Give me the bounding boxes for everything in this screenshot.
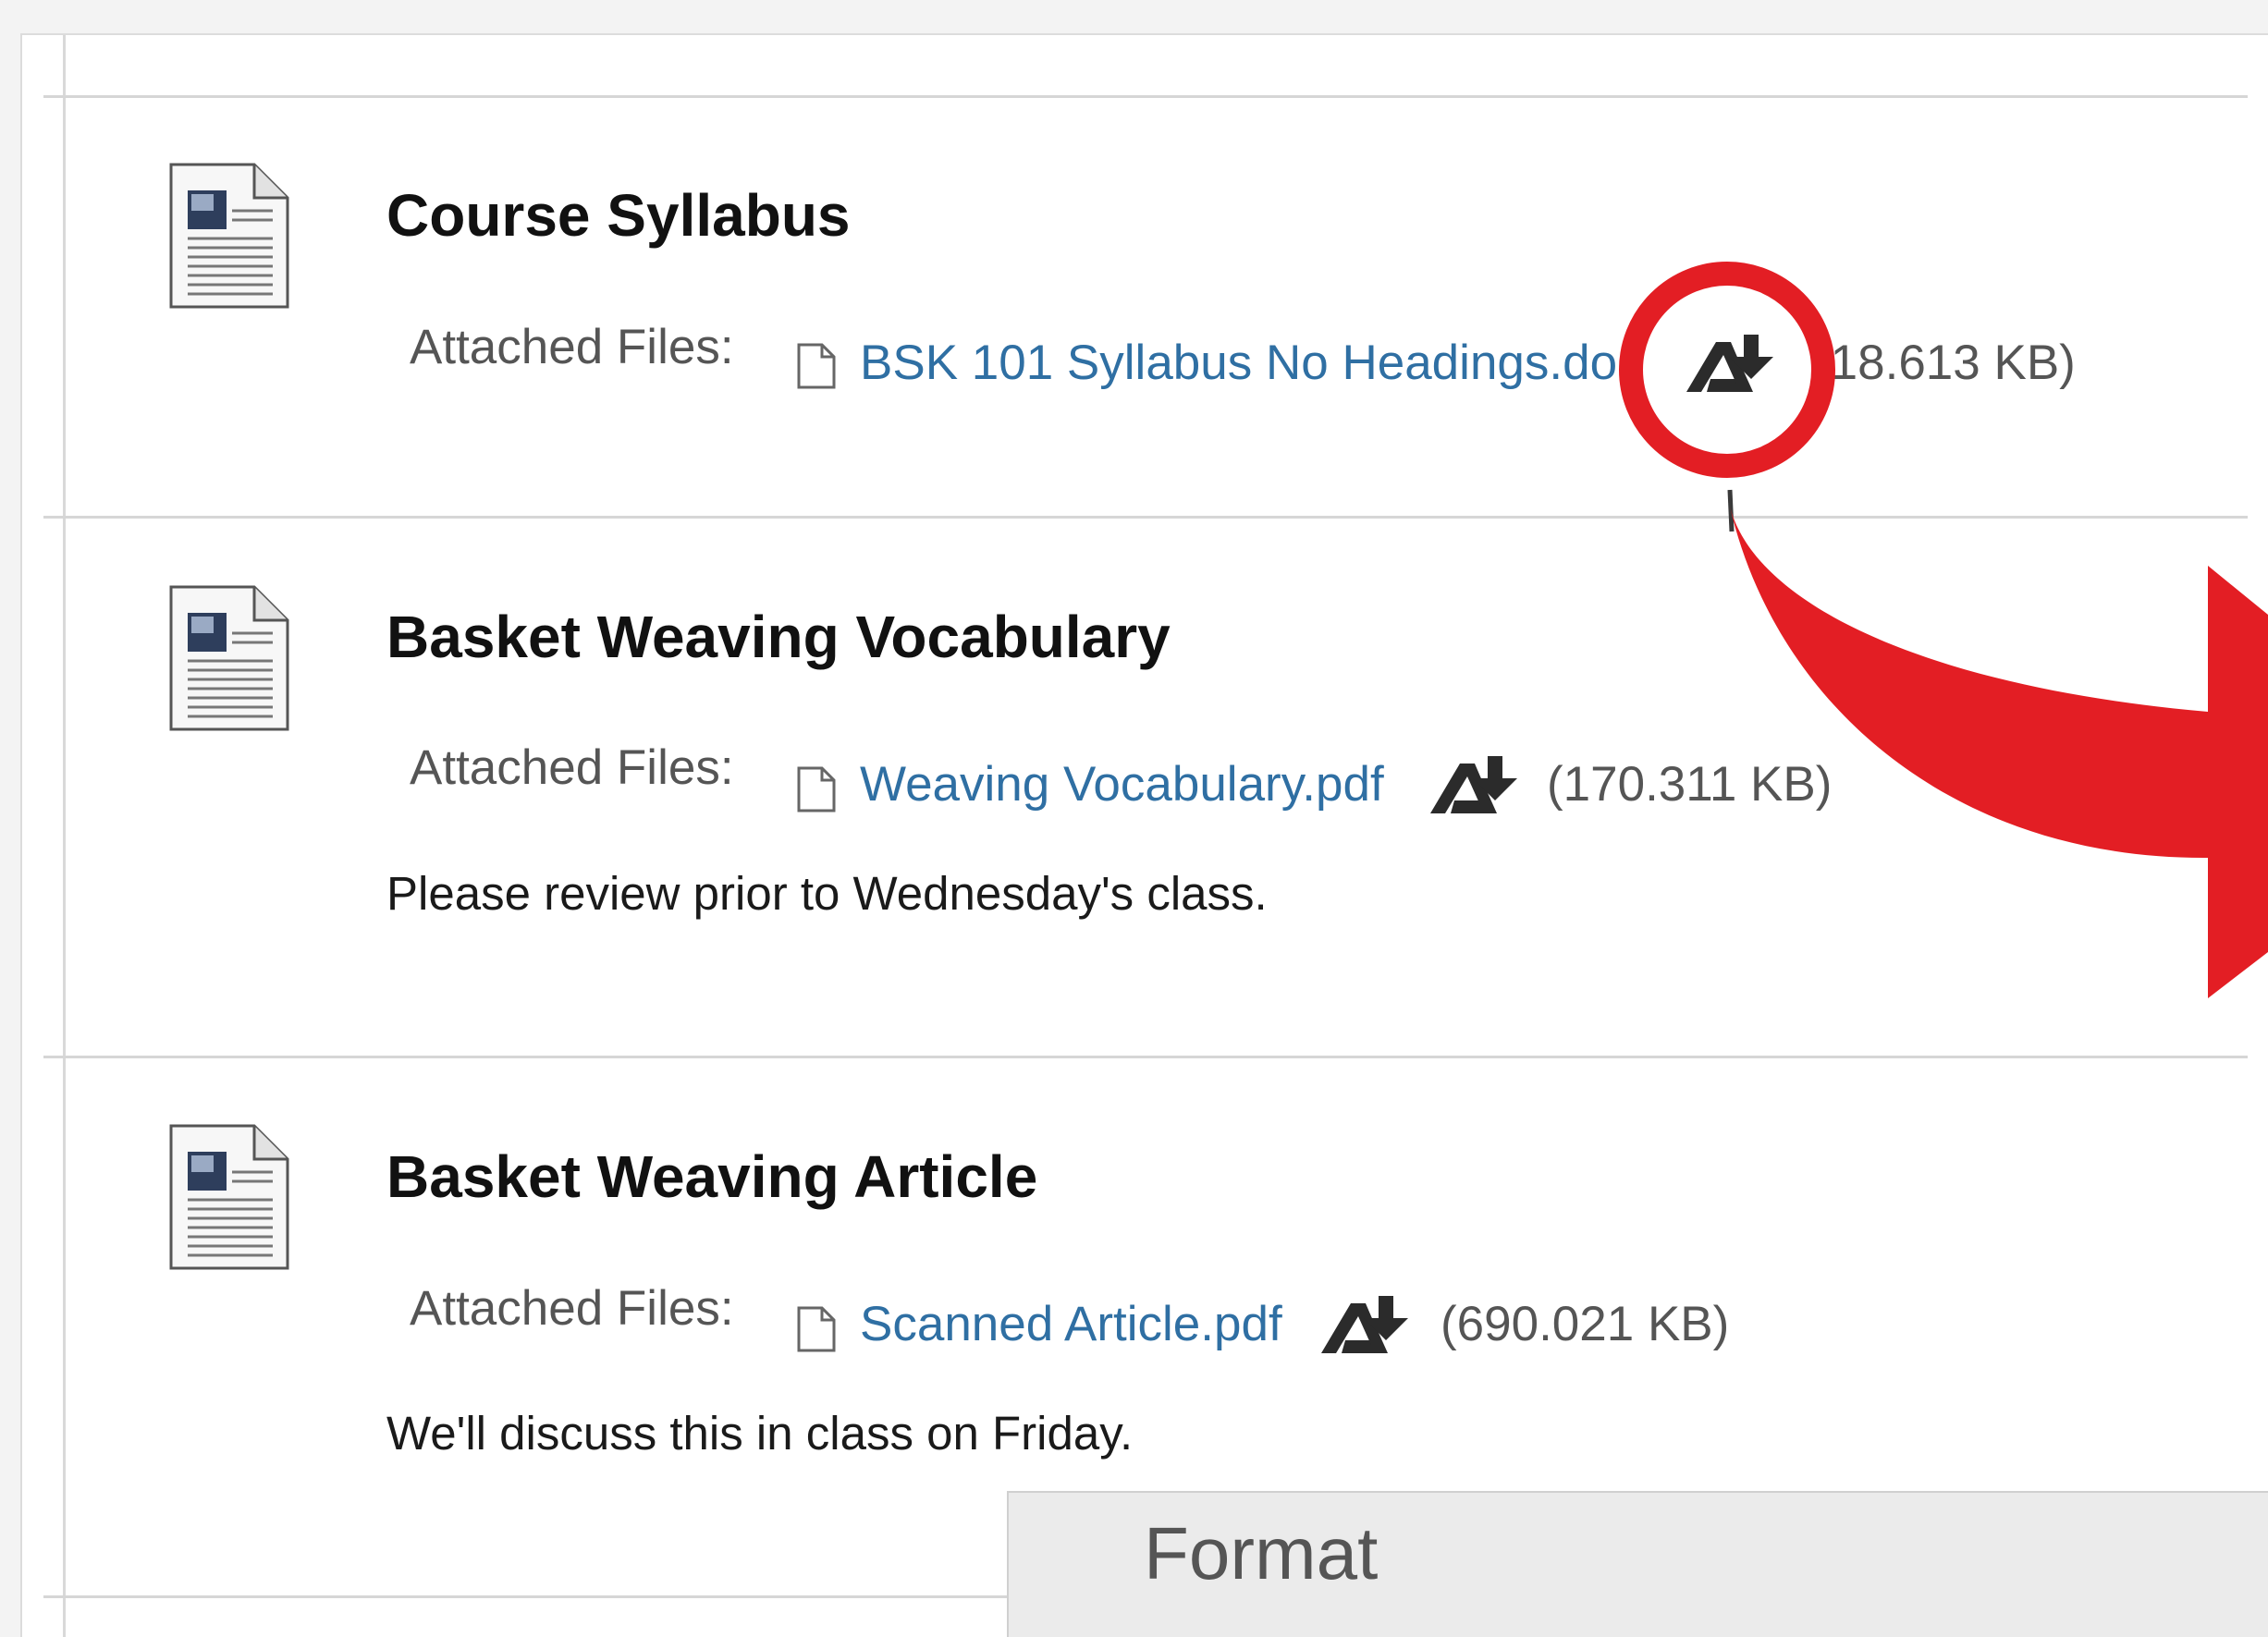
attached-file-link[interactable]: Weaving Vocabulary.pdf (860, 756, 1384, 812)
item-description: Please review prior to Wednesday's class… (386, 867, 1268, 920)
alternative-formats-icon[interactable] (1683, 333, 1779, 396)
item-title-link[interactable]: Course Syllabus (386, 181, 851, 250)
file-size: (18.613 KB) (1814, 336, 2076, 390)
attached-file-link[interactable]: Scanned Article.pdf (860, 1296, 1282, 1352)
attached-files-label: Attached Files: (410, 320, 734, 374)
alternative-formats-icon[interactable] (1318, 1294, 1414, 1357)
file-size: (170.311 KB) (1547, 757, 1833, 812)
file-icon (797, 1306, 836, 1352)
alternative-formats-icon[interactable] (1427, 754, 1523, 817)
item-title-link[interactable]: Basket Weaving Vocabulary (386, 603, 1171, 671)
content-left-border (63, 35, 66, 1637)
format-menu-label: Format (1144, 1512, 1379, 1594)
divider (43, 1056, 2248, 1058)
item-title-link[interactable]: Basket Weaving Article (386, 1142, 1037, 1211)
format-menu[interactable]: Format (1007, 1491, 2268, 1637)
file-icon (797, 766, 836, 812)
document-icon (169, 1124, 289, 1270)
divider (43, 95, 2248, 98)
attached-files-label: Attached Files: (410, 1281, 734, 1336)
item-description: We'll discuss this in class on Friday. (386, 1407, 1134, 1460)
attached-files-label: Attached Files: (410, 740, 734, 795)
file-icon (797, 343, 836, 389)
attached-file-link[interactable]: BSK 101 Syllabus No Headings.doc (860, 335, 1642, 391)
document-icon (169, 163, 289, 309)
document-icon (169, 585, 289, 731)
content-area (20, 33, 2268, 1637)
file-size: (690.021 KB) (1440, 1297, 1730, 1351)
divider (43, 516, 2248, 519)
